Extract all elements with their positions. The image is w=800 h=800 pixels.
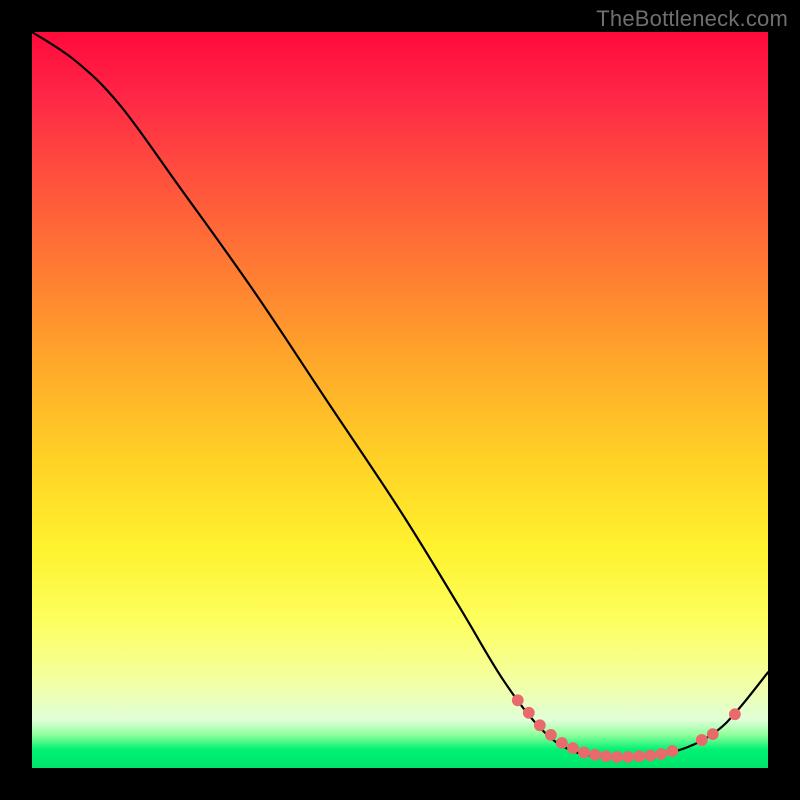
chart-frame: TheBottleneck.com: [0, 0, 800, 800]
data-point: [707, 729, 718, 740]
data-point: [512, 695, 523, 706]
data-point: [645, 750, 656, 761]
chart-svg: [32, 32, 768, 768]
data-point: [545, 729, 556, 740]
data-point: [523, 707, 534, 718]
data-point: [568, 743, 579, 754]
data-point: [696, 735, 707, 746]
data-point: [601, 751, 612, 762]
data-point: [634, 751, 645, 762]
data-point: [534, 720, 545, 731]
data-point: [729, 709, 740, 720]
data-point: [667, 746, 678, 757]
data-points: [512, 695, 740, 762]
data-point: [656, 749, 667, 760]
data-point: [623, 752, 634, 763]
data-point: [579, 747, 590, 758]
plot-area: [32, 32, 768, 768]
bottleneck-curve: [32, 32, 768, 757]
data-point: [612, 752, 623, 763]
data-point: [590, 749, 601, 760]
watermark-text: TheBottleneck.com: [596, 6, 788, 32]
data-point: [557, 738, 568, 749]
